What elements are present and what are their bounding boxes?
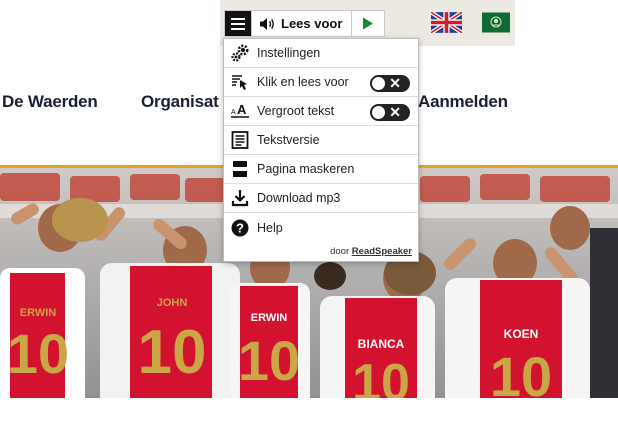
page-mask-icon xyxy=(230,159,250,179)
arabic-flag-icon[interactable] xyxy=(482,12,510,33)
menu-item-label: Help xyxy=(257,220,283,235)
svg-text:A: A xyxy=(231,109,236,116)
nav-item-de-waerden[interactable]: De Waerden xyxy=(2,92,98,112)
listen-label: Lees voor xyxy=(281,16,343,31)
download-icon xyxy=(230,188,250,208)
hamburger-menu-icon[interactable] xyxy=(225,11,251,36)
menu-item-text-version[interactable]: Tekstversie xyxy=(224,126,418,155)
help-icon: ? xyxy=(230,218,250,238)
svg-text:A: A xyxy=(237,102,247,117)
play-icon xyxy=(363,17,374,30)
enlarge-text-icon: A A xyxy=(230,101,250,121)
menu-item-label: Tekstversie xyxy=(257,133,320,147)
nav-item-organisatie[interactable]: Organisat xyxy=(141,92,219,112)
readspeaker-link[interactable]: ReadSpeaker xyxy=(352,246,412,257)
menu-item-label: Download mp3 xyxy=(257,191,341,205)
shirt-number: 10 xyxy=(138,318,207,387)
shirt-name: ERWIN xyxy=(20,307,57,319)
menu-item-page-mask[interactable]: Pagina maskeren xyxy=(224,155,418,184)
page-background xyxy=(0,398,618,431)
shirt-number: 10 xyxy=(238,329,300,392)
menu-item-label: Vergroot tekst xyxy=(257,104,335,118)
shirt-name: JOHN xyxy=(157,297,188,309)
nav-item-aanmelden[interactable]: Aanmelden xyxy=(418,92,508,112)
menu-item-label: Pagina maskeren xyxy=(257,162,355,176)
menu-item-label: Instellingen xyxy=(257,46,321,60)
svg-text:?: ? xyxy=(236,220,244,235)
menu-item-help[interactable]: ? Help xyxy=(224,213,418,242)
settings-gears-icon xyxy=(230,43,250,63)
enlarge-text-toggle[interactable]: ✕ xyxy=(370,104,410,121)
shirt-name: ERWIN xyxy=(251,312,288,324)
click-and-read-toggle[interactable]: ✕ xyxy=(370,75,410,92)
menu-item-label: Klik en lees voor xyxy=(257,75,349,89)
listen-button[interactable]: Lees voor xyxy=(251,11,353,36)
shirt-number: 10 xyxy=(7,322,69,385)
shirt-name: BIANCA xyxy=(358,337,405,351)
readspeaker-dropdown-menu: Instellingen Klik en lees voor ✕ A A Ver… xyxy=(223,38,419,262)
english-flag-icon[interactable] xyxy=(431,12,462,33)
play-button[interactable] xyxy=(352,11,384,36)
menu-item-settings[interactable]: Instellingen xyxy=(224,39,418,68)
speaker-icon xyxy=(260,17,274,30)
menu-item-enlarge-text[interactable]: A A Vergroot tekst ✕ xyxy=(224,97,418,126)
click-and-read-icon xyxy=(230,72,250,92)
readspeaker-controls: Lees voor xyxy=(224,10,386,37)
credit-prefix: door xyxy=(330,246,350,257)
shirt-name: KOEN xyxy=(504,327,539,341)
text-version-icon xyxy=(230,130,250,150)
menu-item-click-and-read[interactable]: Klik en lees voor ✕ xyxy=(224,68,418,97)
menu-item-download-mp3[interactable]: Download mp3 xyxy=(224,184,418,213)
readspeaker-credit: door ReadSpeaker xyxy=(330,246,412,257)
